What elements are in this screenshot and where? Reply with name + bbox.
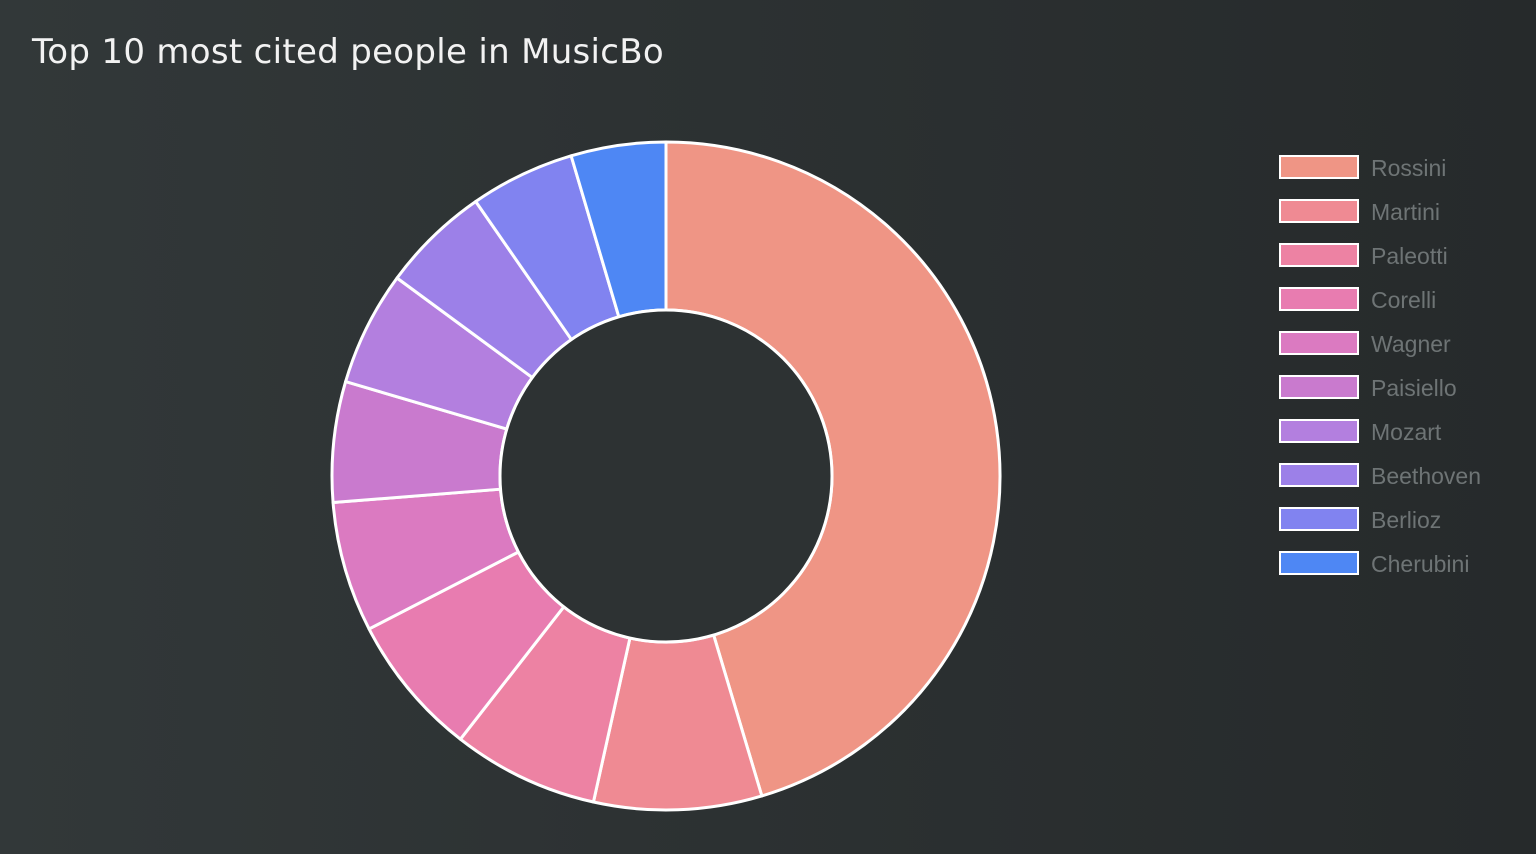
legend-swatch: [1279, 507, 1359, 531]
legend-swatch: [1279, 243, 1359, 267]
legend-swatch: [1279, 199, 1359, 223]
legend-item-rossini[interactable]: Rossini: [1279, 155, 1529, 199]
legend-swatch: [1279, 287, 1359, 311]
legend-swatch: [1279, 419, 1359, 443]
legend-label: Cherubini: [1371, 551, 1470, 577]
legend-label: Paisiello: [1371, 375, 1457, 401]
legend-label: Corelli: [1371, 287, 1437, 313]
doughnut-hole: [498, 308, 834, 644]
legend-item-mozart[interactable]: Mozart: [1279, 419, 1529, 463]
legend-label: Beethoven: [1371, 463, 1481, 489]
legend-swatch: [1279, 331, 1359, 355]
legend-label: Rossini: [1371, 155, 1447, 181]
legend-item-cherubini[interactable]: Cherubini: [1279, 551, 1529, 595]
legend-swatch: [1279, 551, 1359, 575]
legend-label: Berlioz: [1371, 507, 1442, 533]
legend-item-corelli[interactable]: Corelli: [1279, 287, 1529, 331]
legend-swatch: [1279, 155, 1359, 179]
legend-item-beethoven[interactable]: Beethoven: [1279, 463, 1529, 507]
legend-item-berlioz[interactable]: Berlioz: [1279, 507, 1529, 551]
page-title: Top 10 most cited people in MusicBo: [32, 32, 665, 72]
doughnut-chart: [330, 140, 1002, 812]
legend-item-paisiello[interactable]: Paisiello: [1279, 375, 1529, 419]
legend-swatch: [1279, 375, 1359, 399]
legend-item-martini[interactable]: Martini: [1279, 199, 1529, 243]
legend-label: Wagner: [1371, 331, 1451, 357]
legend-label: Paleotti: [1371, 243, 1448, 269]
legend-label: Martini: [1371, 199, 1441, 225]
legend-item-wagner[interactable]: Wagner: [1279, 331, 1529, 375]
legend-item-paleotti[interactable]: Paleotti: [1279, 243, 1529, 287]
legend-label: Mozart: [1371, 419, 1442, 445]
legend-swatch: [1279, 463, 1359, 487]
chart-legend: Rossini Martini Paleotti Corelli Wagner Paisi…: [1279, 155, 1529, 595]
